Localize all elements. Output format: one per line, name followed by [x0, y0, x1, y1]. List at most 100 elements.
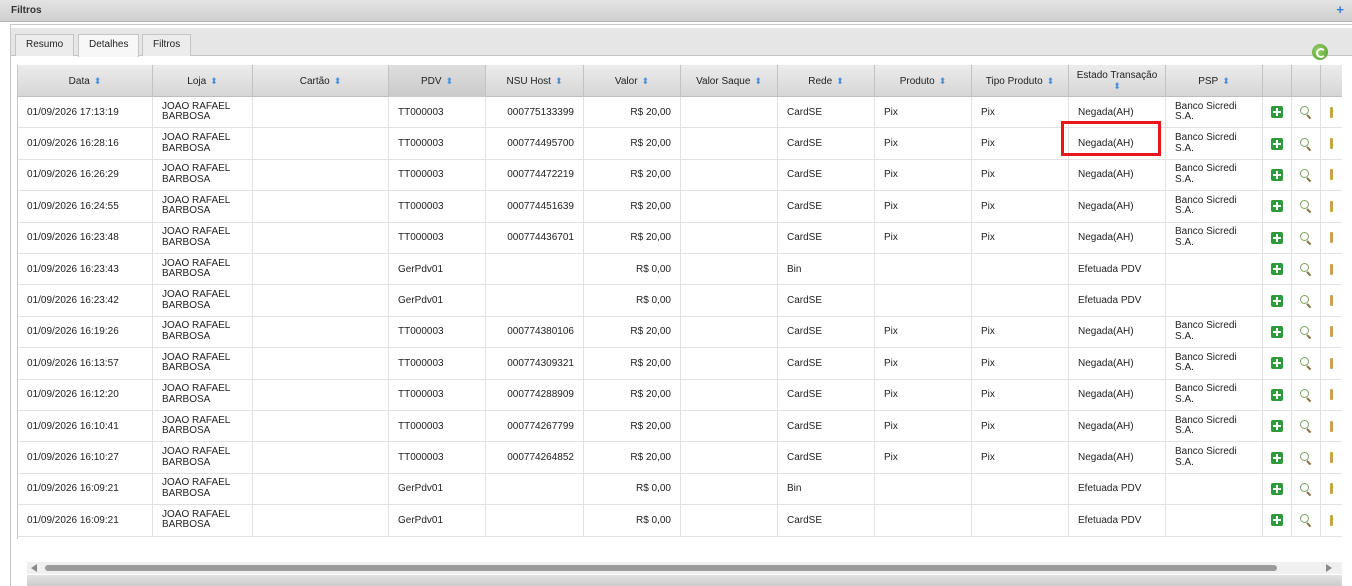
more-icon[interactable]	[1330, 452, 1333, 464]
add-icon[interactable]	[1271, 263, 1283, 276]
filter-bar[interactable]: Filtros +	[0, 0, 1352, 22]
add-icon[interactable]	[1271, 451, 1283, 464]
col-produto[interactable]: Produto ⬍	[875, 65, 972, 97]
col-psp[interactable]: PSP ⬍	[1166, 65, 1263, 97]
more-icon[interactable]	[1330, 357, 1333, 369]
add-icon[interactable]	[1271, 200, 1283, 213]
magnifier-icon[interactable]	[1300, 388, 1312, 401]
magnifier-icon[interactable]	[1300, 451, 1312, 464]
expand-icon[interactable]: +	[1336, 3, 1344, 17]
tab-detalhes[interactable]: Detalhes	[78, 34, 140, 57]
more-icon[interactable]	[1330, 514, 1333, 526]
magnifier-icon[interactable]	[1300, 263, 1312, 275]
table-row[interactable]: 01/09/2026 16:24:55 JOAO RAFAEL BARBOSA TT…	[18, 191, 1342, 223]
add-icon[interactable]	[1271, 388, 1283, 401]
more-icon[interactable]	[1330, 263, 1333, 275]
horizontal-scrollbar[interactable]	[27, 562, 1342, 574]
add-icon[interactable]	[1271, 231, 1283, 244]
table-row[interactable]: 01/09/2026 16:28:16 JOAO RAFAEL BARBOSA TT…	[18, 128, 1342, 160]
more-icon[interactable]	[1330, 483, 1333, 495]
table-row[interactable]: 01/09/2026 16:13:57 JOAO RAFAEL BARBOSA TT…	[18, 348, 1342, 380]
cell-produto	[875, 285, 972, 316]
magnifier-icon[interactable]	[1300, 514, 1312, 526]
add-icon[interactable]	[1271, 482, 1283, 495]
sort-icon[interactable]: ⬍	[754, 76, 762, 87]
cell-cartao	[253, 97, 389, 128]
sort-icon[interactable]: ⬍	[555, 76, 563, 87]
more-icon[interactable]	[1330, 138, 1333, 150]
sort-icon[interactable]: ⬍	[1047, 76, 1055, 87]
cell-rede: Bin	[778, 254, 875, 285]
add-icon[interactable]	[1271, 137, 1283, 150]
add-icon[interactable]	[1271, 106, 1283, 119]
cell-pdv: TT000003	[389, 191, 486, 222]
more-icon[interactable]	[1330, 389, 1333, 401]
add-icon[interactable]	[1271, 357, 1283, 370]
table-row[interactable]: 01/09/2026 16:10:41 JOAO RAFAEL BARBOSA TT…	[18, 411, 1342, 443]
sort-icon[interactable]: ⬍	[334, 76, 342, 87]
magnifier-icon[interactable]	[1300, 231, 1312, 244]
more-icon[interactable]	[1330, 295, 1333, 307]
sort-icon[interactable]: ⬍	[939, 76, 947, 87]
table-row[interactable]: 01/09/2026 16:10:27 JOAO RAFAEL BARBOSA TT…	[18, 442, 1342, 474]
table-row[interactable]: 01/09/2026 16:09:21 JOAO RAFAEL BARBOSA Ge…	[18, 473, 1342, 506]
sort-icon[interactable]: ⬍	[1113, 81, 1121, 92]
sort-icon[interactable]: ⬍	[94, 76, 102, 87]
cell-nsu-host	[486, 473, 584, 505]
magnifier-icon[interactable]	[1300, 294, 1312, 307]
magnifier-icon[interactable]	[1300, 137, 1312, 150]
table-row[interactable]: 01/09/2026 16:09:21 JOAO RAFAEL BARBOSA Ge…	[18, 505, 1342, 537]
add-icon[interactable]	[1271, 514, 1283, 527]
col-valor[interactable]: Valor ⬍	[584, 65, 681, 97]
more-icon[interactable]	[1330, 232, 1333, 244]
scrollbar-thumb[interactable]	[45, 565, 1277, 571]
col-data[interactable]: Data ⬍	[18, 65, 153, 97]
tab-filtros[interactable]: Filtros	[142, 34, 192, 56]
magnifier-icon[interactable]	[1300, 357, 1312, 369]
cell-valor: R$ 20,00	[584, 442, 681, 473]
cell-psp: Banco Sicredi S.A.	[1166, 379, 1263, 410]
table-row[interactable]: 01/09/2026 16:26:29 JOAO RAFAEL BARBOSA TT…	[18, 159, 1342, 192]
more-icon[interactable]	[1330, 420, 1333, 432]
table-row[interactable]: 01/09/2026 16:23:43 JOAO RAFAEL BARBOSA Ge…	[18, 254, 1342, 286]
col-estado-transacao[interactable]: Estado Transação ⬍	[1069, 65, 1166, 97]
table-row[interactable]: 01/09/2026 16:23:42 JOAO RAFAEL BARBOSA Ge…	[18, 285, 1342, 317]
more-icon[interactable]	[1330, 326, 1333, 338]
add-icon[interactable]	[1271, 420, 1283, 433]
more-icon[interactable]	[1330, 169, 1333, 181]
tab-resumo[interactable]: Resumo	[15, 34, 75, 56]
refresh-icon[interactable]	[1312, 44, 1328, 60]
add-icon[interactable]	[1271, 325, 1283, 338]
cell-psp: Banco Sicredi S.A.	[1166, 159, 1263, 191]
table-row[interactable]: 01/09/2026 17:13:19 JOAO RAFAEL BARBOSA TT…	[18, 97, 1342, 129]
add-icon[interactable]	[1271, 294, 1283, 307]
col-rede[interactable]: Rede ⬍	[778, 65, 875, 97]
col-pdv[interactable]: PDV ⬍	[389, 65, 486, 97]
cell-data: 01/09/2026 16:10:27	[18, 442, 153, 473]
col-loja[interactable]: Loja ⬍	[153, 65, 253, 97]
sort-icon[interactable]: ⬍	[642, 76, 650, 87]
cell-valor: R$ 20,00	[584, 191, 681, 222]
magnifier-icon[interactable]	[1300, 482, 1312, 495]
magnifier-icon[interactable]	[1300, 420, 1312, 432]
scroll-right-icon[interactable]	[1326, 564, 1332, 572]
sort-icon[interactable]: ⬍	[836, 76, 844, 87]
col-tipo-produto[interactable]: Tipo Produto ⬍	[972, 65, 1069, 97]
table-row[interactable]: 01/09/2026 16:23:48 JOAO RAFAEL BARBOSA TT…	[18, 222, 1342, 254]
magnifier-icon[interactable]	[1300, 168, 1312, 181]
col-cartao[interactable]: Cartão ⬍	[253, 65, 389, 97]
magnifier-icon[interactable]	[1300, 325, 1312, 338]
table-row[interactable]: 01/09/2026 16:19:26 JOAO RAFAEL BARBOSA TT…	[18, 316, 1342, 349]
magnifier-icon[interactable]	[1300, 106, 1312, 118]
add-icon[interactable]	[1271, 168, 1283, 181]
sort-icon[interactable]: ⬍	[210, 76, 218, 87]
more-icon[interactable]	[1330, 106, 1333, 118]
more-icon[interactable]	[1330, 200, 1333, 212]
table-row[interactable]: 01/09/2026 16:12:20 JOAO RAFAEL BARBOSA TT…	[18, 379, 1342, 411]
scroll-left-icon[interactable]	[31, 564, 37, 572]
sort-icon[interactable]: ⬍	[446, 76, 454, 87]
col-nsu-host[interactable]: NSU Host ⬍	[486, 65, 584, 97]
sort-icon[interactable]: ⬍	[1222, 76, 1230, 87]
col-valor-saque[interactable]: Valor Saque ⬍	[681, 65, 778, 97]
magnifier-icon[interactable]	[1300, 200, 1312, 212]
